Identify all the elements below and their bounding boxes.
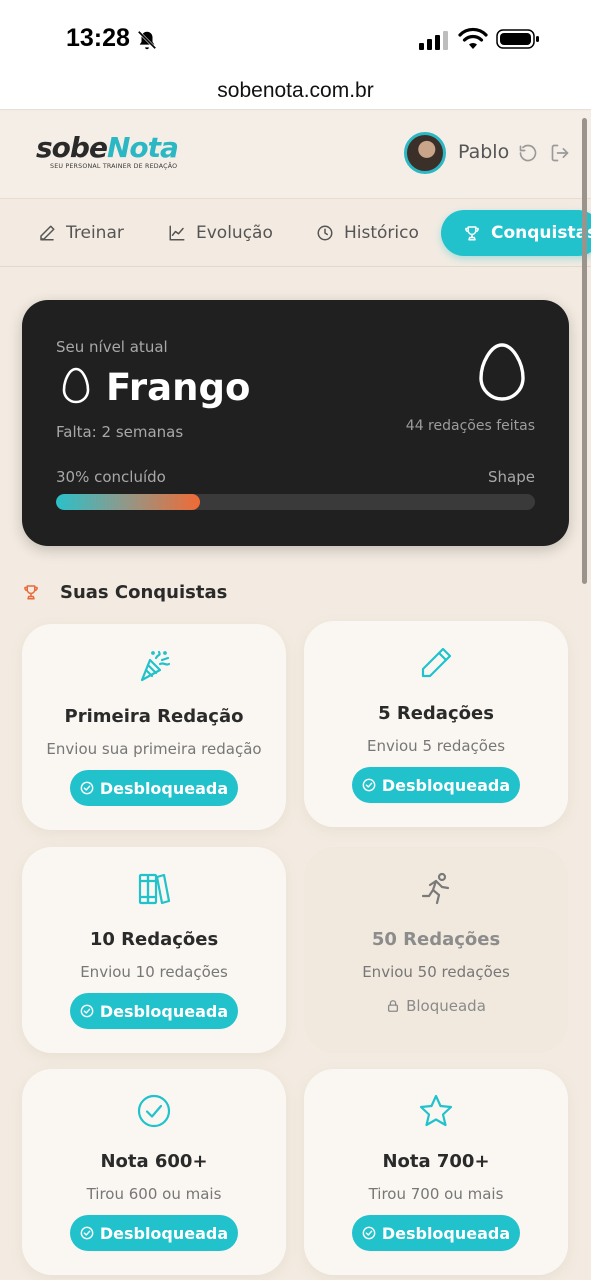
check-circle-icon: [80, 1226, 94, 1240]
logo-nota: Nota: [106, 131, 179, 164]
achievement-title: Nota 700+: [382, 1151, 490, 1172]
achievement-card[interactable]: Primeira Redação Enviou sua primeira red…: [22, 624, 286, 830]
achievement-desc: Tirou 600 ou mais: [86, 1185, 222, 1203]
achievement-title: 5 Redações: [378, 703, 494, 724]
check-circle-icon: [80, 1004, 94, 1018]
achievement-title: 50 Redações: [371, 929, 501, 950]
section-title: Suas Conquistas: [22, 578, 227, 606]
unlocked-badge: Desbloqueada: [70, 770, 238, 806]
url-bar[interactable]: sobenota.com.br: [0, 76, 591, 110]
tab-label: Conquistas: [491, 223, 591, 243]
level-label: Seu nível atual: [56, 338, 168, 356]
pencil-icon: [40, 225, 55, 241]
refresh-icon[interactable]: [518, 143, 538, 163]
badge-label: Desbloqueada: [381, 1223, 511, 1243]
achievement-title: Nota 600+: [100, 1151, 208, 1172]
achievement-desc: Enviou 50 redações: [362, 963, 510, 981]
level-remaining: Falta: 2 semanas: [56, 423, 184, 441]
badge-label: Desbloqueada: [381, 775, 511, 795]
badge-label: Desbloqueada: [99, 1001, 229, 1021]
progress-bar: [56, 494, 535, 510]
check-circle-icon: [362, 1226, 376, 1240]
user-name[interactable]: Pablo: [458, 141, 509, 163]
tab-label: Histórico: [344, 223, 419, 243]
egg-icon: [62, 367, 90, 404]
achievement-title: 10 Redações: [89, 929, 219, 950]
badge-label: Desbloqueada: [99, 1223, 229, 1243]
trophy-icon: [465, 226, 479, 241]
check-circle-icon: [80, 781, 94, 795]
unlocked-badge: Desbloqueada: [352, 1215, 520, 1251]
chart-line-icon: [169, 225, 185, 241]
wifi-icon: [458, 27, 488, 49]
trophy-icon: [24, 585, 38, 600]
level-card: Seu nível atual Frango Falta: 2 semanas …: [22, 300, 569, 546]
progress-fill: [56, 494, 200, 510]
logout-icon[interactable]: [550, 143, 570, 163]
tab-conquistas[interactable]: Conquistas: [441, 210, 591, 256]
logo[interactable]: sobeNota SEU PERSONAL TRAINER DE REDAÇÃO: [36, 131, 186, 183]
level-essay-count: 44 redações feitas: [405, 418, 535, 434]
bell-muted-icon: [137, 30, 157, 50]
logo-sobe: sobe: [36, 131, 108, 164]
pencil-icon: [421, 647, 452, 678]
party-popper-icon: [140, 650, 171, 682]
badge-label: Desbloqueada: [99, 778, 229, 798]
achievement-card[interactable]: Nota 600+ Tirou 600 ou mais Desbloqueada: [22, 1069, 286, 1275]
next-level-label: Shape: [488, 468, 535, 486]
app-header: sobeNota SEU PERSONAL TRAINER DE REDAÇÃO…: [0, 111, 591, 199]
achievement-card[interactable]: 10 Redações Enviou 10 redações Desbloque…: [22, 847, 286, 1053]
check-circle-icon: [362, 778, 376, 792]
achievement-desc: Tirou 700 ou mais: [368, 1185, 504, 1203]
achievement-card[interactable]: Nota 700+ Tirou 700 ou mais Desbloqueada: [304, 1069, 568, 1275]
star-icon: [419, 1094, 453, 1127]
status-bar: 13:28: [0, 0, 591, 80]
achievement-desc: Enviou 5 redações: [366, 737, 506, 755]
achievement-desc: Enviou 10 redações: [80, 963, 228, 981]
runner-icon: [421, 872, 450, 905]
avatar[interactable]: [404, 132, 446, 174]
tab-bar: Treinar Evolução Histórico Conquistas: [0, 200, 591, 267]
unlocked-badge: Desbloqueada: [70, 1215, 238, 1251]
achievement-desc: Enviou sua primeira redação: [46, 740, 262, 758]
battery-icon: [496, 29, 539, 49]
logo-tagline: SEU PERSONAL TRAINER DE REDAÇÃO: [50, 163, 178, 170]
cellular-signal-icon: [419, 31, 448, 50]
locked-status: Bloqueada: [304, 997, 568, 1015]
unlocked-badge: Desbloqueada: [70, 993, 238, 1029]
tab-label: Evolução: [196, 223, 273, 243]
achievement-card[interactable]: 5 Redações Enviou 5 redações Desbloquead…: [304, 621, 568, 827]
status-time: 13:28: [66, 24, 130, 52]
achievement-card-locked[interactable]: 50 Redações Enviou 50 redações Bloqueada: [304, 847, 568, 1053]
lock-icon: [388, 1000, 399, 1012]
section-title-text: Suas Conquistas: [60, 581, 228, 603]
scrollbar[interactable]: [582, 118, 587, 584]
level-name: Frango: [106, 366, 251, 409]
tab-evolucao[interactable]: Evolução: [168, 210, 273, 256]
tab-treinar[interactable]: Treinar: [38, 210, 124, 256]
tab-label: Treinar: [66, 223, 124, 243]
unlocked-badge: Desbloqueada: [352, 767, 520, 803]
progress-label: 30% concluído: [56, 468, 166, 486]
achievement-title: Primeira Redação: [64, 706, 244, 727]
check-circle-icon: [137, 1094, 171, 1128]
tab-historico[interactable]: Histórico: [316, 210, 419, 256]
egg-large-icon: [479, 343, 525, 401]
clock-icon: [317, 225, 333, 241]
locked-label: Bloqueada: [406, 997, 486, 1015]
books-icon: [138, 873, 171, 905]
